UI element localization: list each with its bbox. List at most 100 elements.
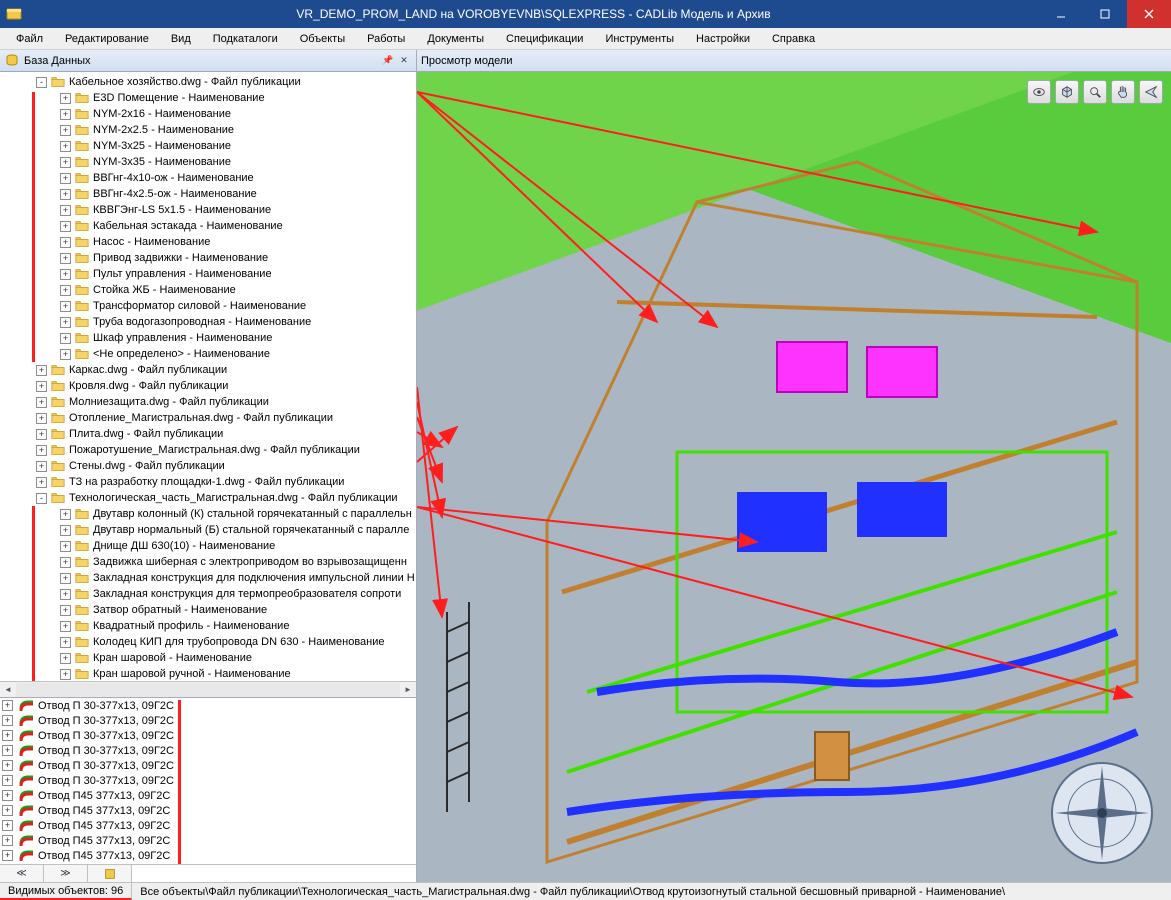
expand-icon[interactable]: + — [60, 269, 71, 280]
tree-node[interactable]: +ТЗ на разработку площадки-1.dwg - Файл … — [0, 474, 416, 490]
expand-icon[interactable]: + — [36, 429, 47, 440]
expand-icon[interactable]: + — [60, 205, 71, 216]
expand-icon[interactable]: + — [60, 621, 71, 632]
expand-icon[interactable]: + — [60, 349, 71, 360]
scroll-right-icon[interactable]: ► — [400, 683, 416, 697]
expand-icon[interactable]: + — [2, 715, 13, 726]
expand-icon[interactable]: + — [2, 850, 13, 861]
minimize-button[interactable] — [1039, 0, 1083, 28]
expand-icon[interactable]: + — [36, 461, 47, 472]
tree-node[interactable]: +Квадратный профиль - Наименование — [0, 618, 416, 634]
expand-icon[interactable]: + — [36, 397, 47, 408]
tree-node[interactable]: +ВВГнг-4x10-ож - Наименование — [0, 170, 416, 186]
expand-icon[interactable]: + — [60, 573, 71, 584]
expand-icon[interactable]: + — [2, 805, 13, 816]
menu-документы[interactable]: Документы — [417, 31, 494, 47]
scroll-left-icon[interactable]: ◄ — [0, 683, 16, 697]
menu-спецификации[interactable]: Спецификации — [496, 31, 593, 47]
tree-node[interactable]: +Затвор обратный - Наименование — [0, 602, 416, 618]
expand-icon[interactable]: + — [60, 93, 71, 104]
menu-настройки[interactable]: Настройки — [686, 31, 760, 47]
tree-node[interactable]: +Кран шаровой - Наименование — [0, 650, 416, 666]
list-item[interactable]: +Отвод П45 377x13, 09Г2С — [0, 833, 416, 848]
view-pan-button[interactable] — [1111, 80, 1135, 104]
expand-icon[interactable]: + — [60, 173, 71, 184]
list-item[interactable]: +Отвод П 30-377x13, 09Г2С — [0, 758, 416, 773]
expand-icon[interactable]: + — [60, 317, 71, 328]
expand-icon[interactable]: + — [36, 413, 47, 424]
list-item[interactable]: +Отвод П 30-377x13, 09Г2С — [0, 728, 416, 743]
object-tree[interactable]: -Кабельное хозяйство.dwg - Файл публикац… — [0, 72, 416, 681]
tree-node[interactable]: +Молниезащита.dwg - Файл публикации — [0, 394, 416, 410]
maximize-button[interactable] — [1083, 0, 1127, 28]
expand-icon[interactable]: + — [60, 285, 71, 296]
expand-icon[interactable]: + — [60, 557, 71, 568]
expand-icon[interactable]: + — [2, 760, 13, 771]
tree-node[interactable]: +Двутавр нормальный (Б) стальной горячек… — [0, 522, 416, 538]
expand-icon[interactable]: + — [2, 835, 13, 846]
view-eye-button[interactable] — [1027, 80, 1051, 104]
expand-icon[interactable]: + — [2, 820, 13, 831]
compass-icon[interactable] — [1047, 758, 1157, 868]
expand-icon[interactable]: + — [2, 745, 13, 756]
list-item[interactable]: +Отвод П45 377x13, 09Г2С — [0, 788, 416, 803]
tree-node[interactable]: +Насос - Наименование — [0, 234, 416, 250]
tree-node[interactable]: -Кабельное хозяйство.dwg - Файл публикац… — [0, 74, 416, 90]
tree-node[interactable]: +Пожаротушение_Магистральная.dwg - Файл … — [0, 442, 416, 458]
view-send-button[interactable] — [1139, 80, 1163, 104]
list-item[interactable]: +Отвод П 30-377x13, 09Г2С — [0, 698, 416, 713]
view-cube-button[interactable] — [1055, 80, 1079, 104]
expand-icon[interactable]: + — [60, 589, 71, 600]
expand-icon[interactable]: + — [60, 333, 71, 344]
expand-icon[interactable]: + — [60, 653, 71, 664]
expand-icon[interactable]: + — [60, 125, 71, 136]
tree-node[interactable]: -Технологическая_часть_Магистральная.dwg… — [0, 490, 416, 506]
expand-icon[interactable]: + — [60, 301, 71, 312]
list-item[interactable]: +Отвод П 30-377x13, 09Г2С — [0, 743, 416, 758]
tree-node[interactable]: +Плита.dwg - Файл публикации — [0, 426, 416, 442]
nav-first-button[interactable]: ≪ — [0, 865, 44, 882]
tree-node[interactable]: +Пульт управления - Наименование — [0, 266, 416, 282]
tree-node[interactable]: +ВВГнг-4x2.5-ож - Наименование — [0, 186, 416, 202]
expand-icon[interactable]: + — [60, 669, 71, 680]
expand-icon[interactable]: + — [2, 775, 13, 786]
expand-icon[interactable]: + — [36, 445, 47, 456]
expand-icon[interactable]: + — [60, 189, 71, 200]
collapse-icon[interactable]: - — [36, 77, 47, 88]
view-zoom-button[interactable] — [1083, 80, 1107, 104]
expand-icon[interactable]: + — [2, 790, 13, 801]
tree-node[interactable]: +E3D Помещение - Наименование — [0, 90, 416, 106]
tree-node[interactable]: +Задвижка шиберная с электроприводом во … — [0, 554, 416, 570]
tree-node[interactable]: +Стойка ЖБ - Наименование — [0, 282, 416, 298]
expand-icon[interactable]: + — [36, 477, 47, 488]
expand-icon[interactable]: + — [60, 637, 71, 648]
expand-icon[interactable]: + — [60, 109, 71, 120]
tree-node[interactable]: +NYM-3x35 - Наименование — [0, 154, 416, 170]
selection-list[interactable]: +Отвод П 30-377x13, 09Г2С+Отвод П 30-377… — [0, 698, 416, 864]
expand-icon[interactable]: + — [60, 221, 71, 232]
expand-icon[interactable]: + — [36, 365, 47, 376]
expand-icon[interactable]: + — [60, 525, 71, 536]
expand-icon[interactable]: + — [2, 730, 13, 741]
list-item[interactable]: +Отвод П45 377x13, 09Г2С — [0, 863, 416, 864]
expand-icon[interactable]: + — [60, 141, 71, 152]
tree-node[interactable]: +Труба водогазопроводная - Наименование — [0, 314, 416, 330]
collapse-icon[interactable]: - — [36, 493, 47, 504]
expand-icon[interactable]: + — [2, 700, 13, 711]
tree-node[interactable]: +NYM-2x2.5 - Наименование — [0, 122, 416, 138]
tree-node[interactable]: +Отопление_Магистральная.dwg - Файл публ… — [0, 410, 416, 426]
expand-icon[interactable]: + — [60, 237, 71, 248]
tree-node[interactable]: +Колодец КИП для трубопровода DN 630 - Н… — [0, 634, 416, 650]
tree-node[interactable]: +NYM-3x25 - Наименование — [0, 138, 416, 154]
list-item[interactable]: +Отвод П45 377x13, 09Г2С — [0, 818, 416, 833]
list-item[interactable]: +Отвод П45 377x13, 09Г2С — [0, 803, 416, 818]
menu-файл[interactable]: Файл — [6, 31, 53, 47]
tree-node[interactable]: +Закладная конструкция для термопреобраз… — [0, 586, 416, 602]
tree-node[interactable]: +NYM-2x16 - Наименование — [0, 106, 416, 122]
close-button[interactable] — [1127, 0, 1171, 28]
pin-icon[interactable]: 📌 — [380, 53, 396, 69]
tree-node[interactable]: +Стены.dwg - Файл публикации — [0, 458, 416, 474]
model-viewport[interactable] — [417, 72, 1171, 882]
tree-node[interactable]: +КВВГЭнг-LS 5x1.5 - Наименование — [0, 202, 416, 218]
tree-node[interactable]: +Кабельная эстакада - Наименование — [0, 218, 416, 234]
